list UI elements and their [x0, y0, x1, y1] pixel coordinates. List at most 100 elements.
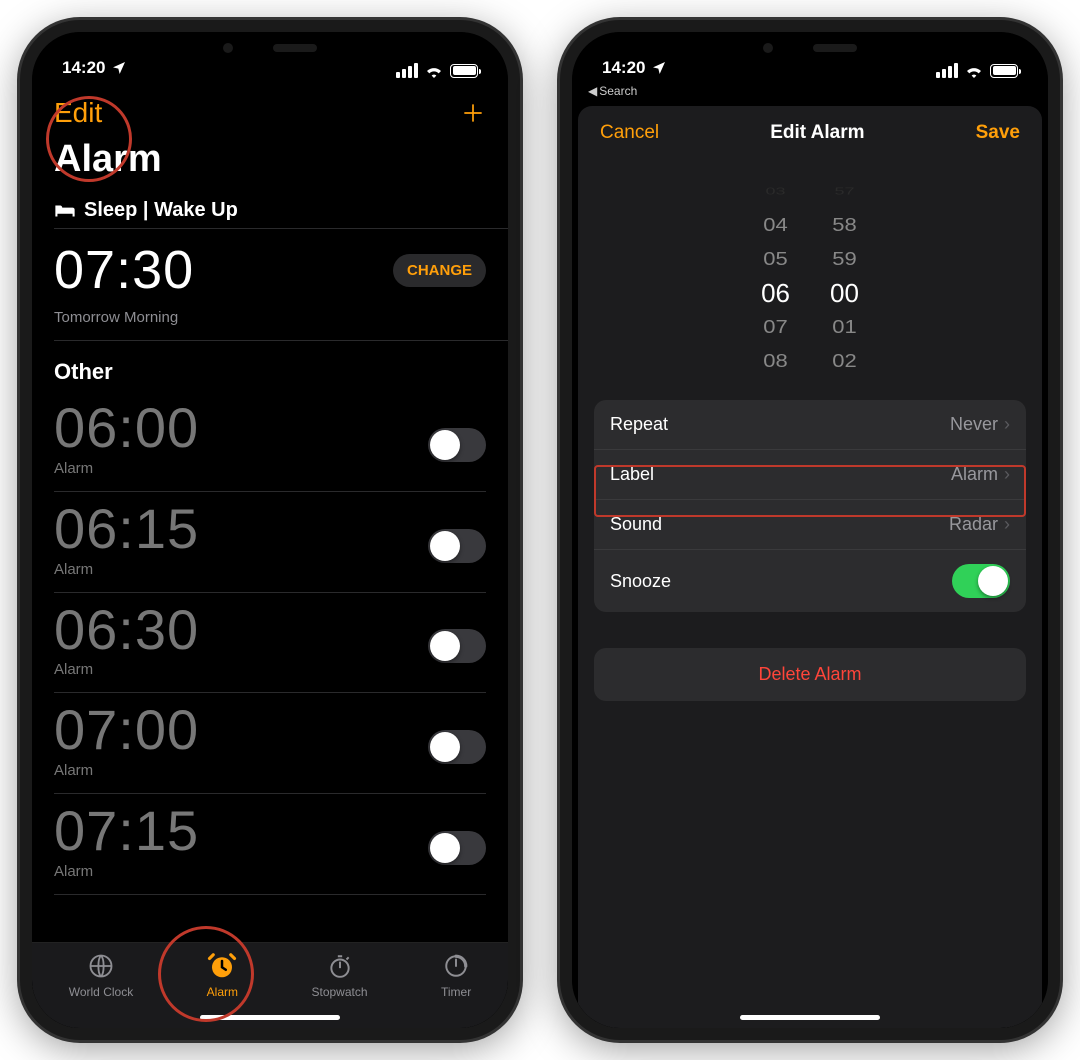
delete-alarm-button[interactable]: Delete Alarm: [594, 648, 1026, 701]
snooze-label: Snooze: [610, 571, 671, 592]
snooze-row: Snooze: [594, 550, 1026, 612]
repeat-value: Never: [950, 414, 998, 435]
chevron-right-icon: ›: [1004, 514, 1010, 535]
tab-world-clock[interactable]: World Clock: [69, 951, 133, 999]
hour-column[interactable]: 03040506070809: [761, 174, 790, 374]
sound-label: Sound: [610, 514, 662, 535]
home-indicator[interactable]: [200, 1015, 340, 1020]
edit-alarm-nav: Cancel Edit Alarm Save: [578, 106, 1042, 154]
timer-icon: [441, 951, 471, 981]
bed-icon: [54, 203, 76, 219]
sleep-section-header: Sleep | Wake Up: [32, 189, 508, 228]
alarm-label: Alarm: [54, 559, 199, 592]
picker-value: 57: [834, 182, 854, 201]
sleep-alarm-time: 07:30: [54, 239, 194, 301]
tab-bar: World Clock Alarm Stopwatch Timer: [32, 942, 508, 1028]
back-to-search[interactable]: ◀ Search: [572, 82, 1048, 98]
tab-stopwatch[interactable]: Stopwatch: [311, 951, 367, 999]
edit-button[interactable]: Edit: [54, 97, 102, 129]
phone-left: 14:20 Edit Alarm: [20, 20, 520, 1040]
status-time: 14:20: [62, 58, 105, 78]
chevron-right-icon: ›: [1004, 414, 1010, 435]
picker-value: 58: [832, 211, 856, 240]
tab-label: Stopwatch: [311, 985, 367, 999]
label-value: Alarm: [951, 464, 998, 485]
minute-column[interactable]: 57585900010203: [830, 174, 859, 374]
picker-selection-band: [590, 256, 1030, 294]
home-indicator[interactable]: [740, 1015, 880, 1020]
alarm-item[interactable]: 06:15 Alarm: [32, 492, 508, 593]
sleep-subtitle: Tomorrow Morning: [32, 309, 508, 340]
status-time: 14:20: [602, 58, 645, 78]
alarm-item[interactable]: 07:15 Alarm: [32, 794, 508, 895]
label-label: Label: [610, 464, 654, 485]
chevron-right-icon: ›: [1004, 464, 1010, 485]
sound-value: Radar: [949, 514, 998, 535]
change-button[interactable]: CHANGE: [393, 254, 486, 287]
tab-label: World Clock: [69, 985, 133, 999]
back-label: Search: [599, 84, 637, 98]
alarm-item[interactable]: 06:30 Alarm: [32, 593, 508, 694]
label-row[interactable]: Label Alarm ›: [594, 450, 1026, 500]
repeat-label: Repeat: [610, 414, 668, 435]
alarm-list: 06:00 Alarm 06:15 Alarm 06:30 Alarm 07:0…: [32, 391, 508, 895]
wifi-icon: [424, 64, 444, 78]
alarm-label: Alarm: [54, 659, 199, 692]
tab-alarm[interactable]: Alarm: [207, 951, 238, 999]
picker-value: 06: [761, 276, 790, 310]
sound-row[interactable]: Sound Radar ›: [594, 500, 1026, 550]
other-section-header: Other: [32, 341, 508, 391]
alarm-settings-group: Repeat Never › Label Alarm › Sound: [594, 400, 1026, 612]
chevron-left-icon: ◀: [588, 84, 597, 98]
location-arrow-icon: [111, 60, 127, 76]
alarm-time: 06:30: [54, 601, 199, 660]
notch: [180, 32, 360, 64]
phone-right: 14:20 ◀ Search Cancel Edit Alarm S: [560, 20, 1060, 1040]
alarm-time: 07:00: [54, 701, 199, 760]
alarm-clock-icon: [207, 951, 237, 981]
cancel-button[interactable]: Cancel: [600, 122, 659, 144]
time-picker[interactable]: 03040506070809 57585900010203: [578, 174, 1042, 374]
picker-value: 59: [832, 245, 856, 274]
page-title: Alarm: [32, 138, 508, 189]
nav-bar: Edit: [32, 82, 508, 138]
cellular-signal-icon: [396, 63, 418, 78]
tab-label: Alarm: [207, 985, 238, 999]
alarm-toggle[interactable]: [428, 629, 486, 663]
alarm-time: 06:00: [54, 399, 199, 458]
alarm-time: 06:15: [54, 500, 199, 559]
picker-value: 05: [763, 245, 787, 274]
alarm-toggle[interactable]: [428, 428, 486, 462]
modal-title: Edit Alarm: [770, 122, 864, 144]
save-button[interactable]: Save: [976, 122, 1020, 144]
picker-value: 03: [766, 182, 786, 201]
picker-value: 04: [763, 211, 787, 240]
tab-timer[interactable]: Timer: [441, 951, 471, 999]
alarm-toggle[interactable]: [428, 730, 486, 764]
battery-icon: [990, 64, 1018, 78]
alarm-item[interactable]: 07:00 Alarm: [32, 693, 508, 794]
alarm-item[interactable]: 06:00 Alarm: [32, 391, 508, 492]
cellular-signal-icon: [936, 63, 958, 78]
globe-icon: [86, 951, 116, 981]
wifi-icon: [964, 64, 984, 78]
alarm-toggle[interactable]: [428, 831, 486, 865]
repeat-row[interactable]: Repeat Never ›: [594, 400, 1026, 450]
notch: [720, 32, 900, 64]
alarm-label: Alarm: [54, 861, 199, 894]
add-alarm-button[interactable]: [460, 100, 486, 126]
sleep-section-label: Sleep | Wake Up: [84, 199, 238, 222]
picker-value: 01: [832, 313, 856, 342]
alarm-label: Alarm: [54, 760, 199, 793]
snooze-toggle[interactable]: [952, 564, 1010, 598]
location-arrow-icon: [651, 60, 667, 76]
battery-icon: [450, 64, 478, 78]
divider: [54, 894, 486, 895]
alarm-toggle[interactable]: [428, 529, 486, 563]
picker-value: 00: [830, 276, 859, 310]
picker-value: 02: [832, 347, 856, 374]
stopwatch-icon: [325, 951, 355, 981]
alarm-time: 07:15: [54, 802, 199, 861]
picker-value: 08: [763, 347, 787, 374]
alarm-label: Alarm: [54, 458, 199, 491]
